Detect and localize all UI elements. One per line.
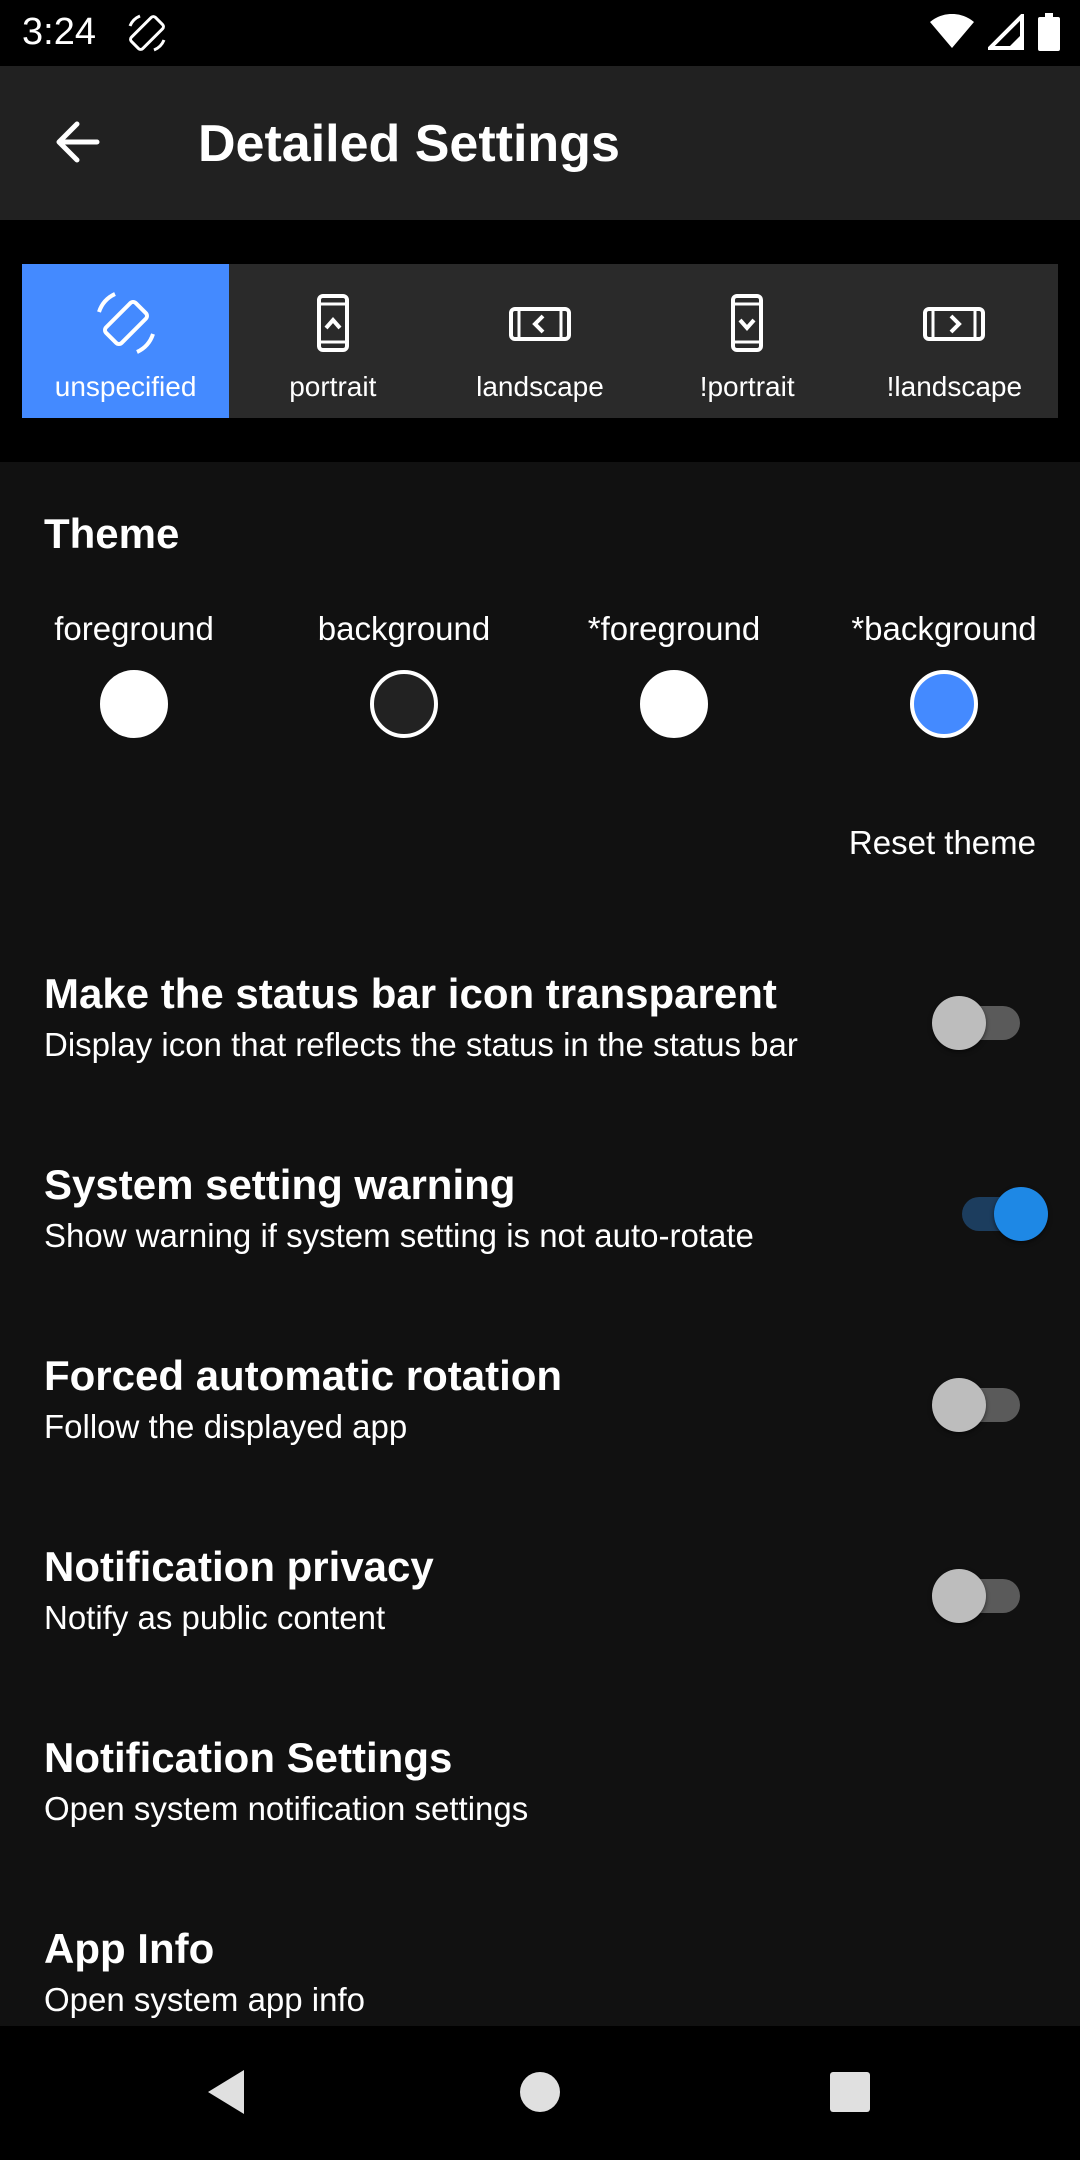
setting-subtitle: Open system notification settings	[44, 1790, 529, 1827]
theme-swatch-alt-background[interactable]: *background	[814, 610, 1074, 738]
arrow-back-icon	[53, 120, 101, 169]
setting-subtitle: Show warning if system setting is not au…	[44, 1217, 754, 1254]
theme-swatch-alt-foreground[interactable]: *foreground	[544, 610, 804, 738]
orientation-option-reverse-landscape[interactable]: !landscape	[851, 264, 1058, 418]
battery-icon	[1038, 12, 1060, 56]
setting-notification-settings[interactable]: Notification Settings Open system notifi…	[0, 1734, 1080, 1924]
screen-rotation-icon	[91, 290, 161, 361]
setting-title: Notification Settings	[44, 1734, 453, 1781]
wifi-icon	[930, 13, 974, 55]
landscape-icon	[505, 290, 575, 361]
swatch-label: background	[317, 610, 491, 647]
toggle-switch[interactable]	[932, 1370, 1028, 1432]
orientation-label: portrait	[289, 371, 377, 402]
setting-title: App Info	[44, 1925, 215, 1972]
nav-back-icon	[202, 2066, 250, 2123]
portrait-icon	[298, 290, 368, 361]
setting-title: System setting warning	[44, 1161, 516, 1208]
swatch-label: foreground	[54, 610, 214, 647]
setting-subtitle: Open system app info	[44, 1981, 366, 2018]
nav-recents-button[interactable]	[818, 2062, 882, 2126]
orientation-option-reverse-portrait[interactable]: !portrait	[644, 264, 851, 418]
orientation-label: unspecified	[54, 371, 197, 402]
setting-title: Notification privacy	[44, 1543, 434, 1590]
status-time: 3:24	[22, 11, 96, 53]
nav-home-button[interactable]	[508, 2062, 572, 2126]
setting-subtitle: Display icon that reflects the status in…	[44, 1026, 798, 1063]
signal-icon	[985, 10, 1024, 55]
setting-app-info[interactable]: App Info Open system app info	[0, 1925, 1080, 2026]
setting-system-setting-warning[interactable]: System setting warning Show warning if s…	[0, 1161, 1080, 1351]
toggle-switch[interactable]	[932, 988, 1028, 1050]
color-swatch[interactable]	[370, 670, 438, 738]
app-bar: Detailed Settings	[0, 66, 1080, 220]
orientation-label: landscape	[476, 371, 604, 402]
setting-subtitle: Notify as public content	[44, 1599, 386, 1636]
setting-status-bar-icon-transparent[interactable]: Make the status bar icon transparent Dis…	[0, 970, 1080, 1160]
status-icons	[930, 10, 1060, 56]
page-title: Detailed Settings	[198, 115, 620, 173]
setting-forced-automatic-rotation[interactable]: Forced automatic rotation Follow the dis…	[0, 1352, 1080, 1542]
reset-theme-button[interactable]: Reset theme	[849, 824, 1036, 862]
setting-title: Forced automatic rotation	[44, 1352, 563, 1399]
back-button[interactable]	[40, 113, 114, 175]
navigation-bar	[0, 2026, 1080, 2160]
orientation-option-portrait[interactable]: portrait	[229, 264, 436, 418]
orientation-label: !landscape	[886, 371, 1023, 402]
reverse-landscape-icon	[919, 290, 989, 361]
toggle-switch[interactable]	[952, 1179, 1048, 1241]
status-bar: 3:24	[0, 0, 1080, 66]
color-swatch[interactable]	[910, 670, 978, 738]
reverse-portrait-icon	[712, 290, 782, 361]
theme-heading: Theme	[44, 510, 180, 557]
swatch-label: *background	[851, 610, 1037, 647]
setting-notification-privacy[interactable]: Notification privacy Notify as public co…	[0, 1543, 1080, 1733]
nav-home-icon	[518, 2070, 562, 2119]
nav-recents-icon	[828, 2070, 872, 2119]
swatch-label: *foreground	[587, 610, 761, 647]
settings-content: Theme foreground background *foreground …	[0, 462, 1080, 2026]
orientation-panel: unspecified portrait landscape !portrait…	[0, 220, 1080, 462]
theme-swatch-background[interactable]: background	[274, 610, 534, 738]
orientation-label: !portrait	[699, 371, 795, 402]
orientation-option-landscape[interactable]: landscape	[436, 264, 643, 418]
color-swatch[interactable]	[100, 670, 168, 738]
orientation-option-unspecified[interactable]: unspecified	[22, 264, 230, 418]
nav-back-button[interactable]	[194, 2062, 258, 2126]
toggle-switch[interactable]	[932, 1561, 1028, 1623]
auto-rotate-icon	[126, 12, 168, 54]
orientation-selector: unspecified portrait landscape !portrait…	[22, 264, 1058, 418]
setting-title: Make the status bar icon transparent	[44, 970, 777, 1017]
setting-subtitle: Follow the displayed app	[44, 1408, 408, 1445]
theme-swatch-foreground[interactable]: foreground	[4, 610, 264, 738]
color-swatch[interactable]	[640, 670, 708, 738]
